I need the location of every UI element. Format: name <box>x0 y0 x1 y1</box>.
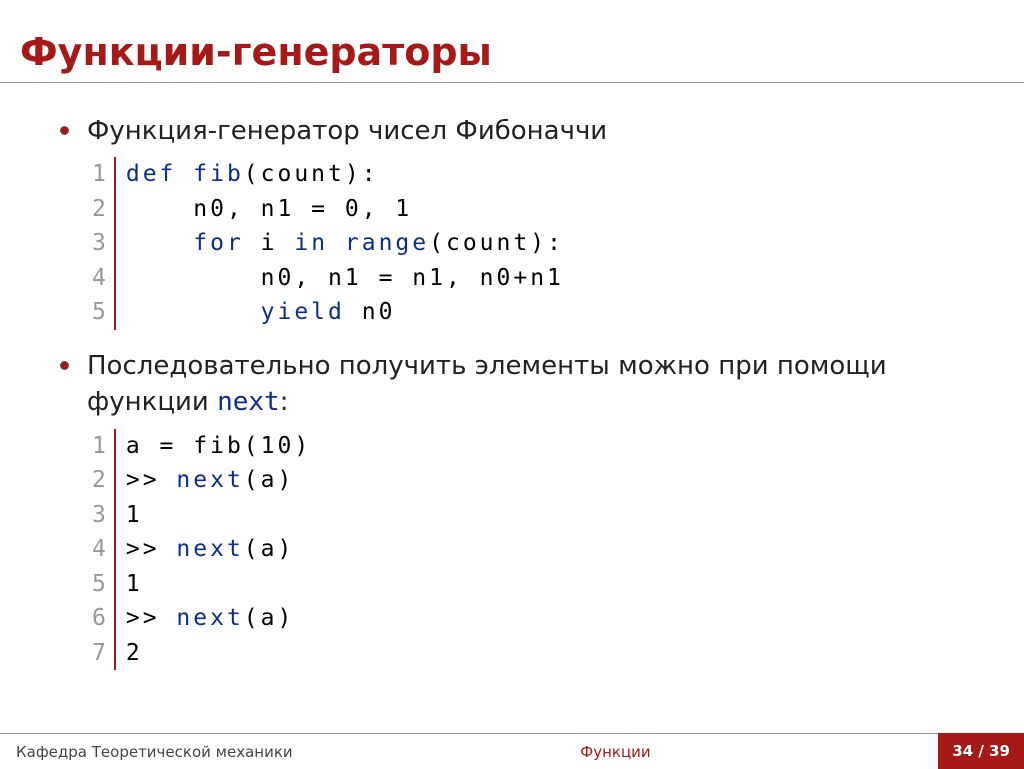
bullet-icon <box>60 126 69 135</box>
line-numbers: 12345 <box>92 157 114 330</box>
bullet-icon <box>60 361 69 370</box>
footer-page-number: 34 / 39 <box>938 733 1024 769</box>
slide-title: Функции-генераторы <box>0 0 1024 83</box>
text-part: : <box>280 387 289 417</box>
code-lines: def fib(count): n0, n1 = 0, 1 for i in r… <box>114 157 564 330</box>
bullet-item: Функция-генератор чисел Фибоначчи <box>60 113 1004 149</box>
bullet-item: Последовательно получить элементы можно … <box>60 348 1004 421</box>
text-part: Последовательно получить элементы можно … <box>87 351 887 417</box>
code-block-2: 1234567 a = fib(10)>> next(a)1>> next(a)… <box>92 429 1004 671</box>
slide-content: Функция-генератор чисел Фибоначчи 12345 … <box>0 113 1024 733</box>
item-text: Последовательно получить элементы можно … <box>87 348 1004 421</box>
inline-code: next <box>217 387 280 417</box>
footer-center: Функции <box>580 743 650 769</box>
item-text: Функция-генератор чисел Фибоначчи <box>87 113 607 149</box>
slide: Функции-генераторы Функция-генератор чис… <box>0 0 1024 769</box>
footer: Кафедра Теоретической механики Функции 3… <box>0 733 1024 769</box>
code-block-1: 12345 def fib(count): n0, n1 = 0, 1 for … <box>92 157 1004 330</box>
footer-left: Кафедра Теоретической механики <box>16 743 293 769</box>
line-numbers: 1234567 <box>92 429 114 671</box>
code-lines: a = fib(10)>> next(a)1>> next(a)1>> next… <box>114 429 311 671</box>
